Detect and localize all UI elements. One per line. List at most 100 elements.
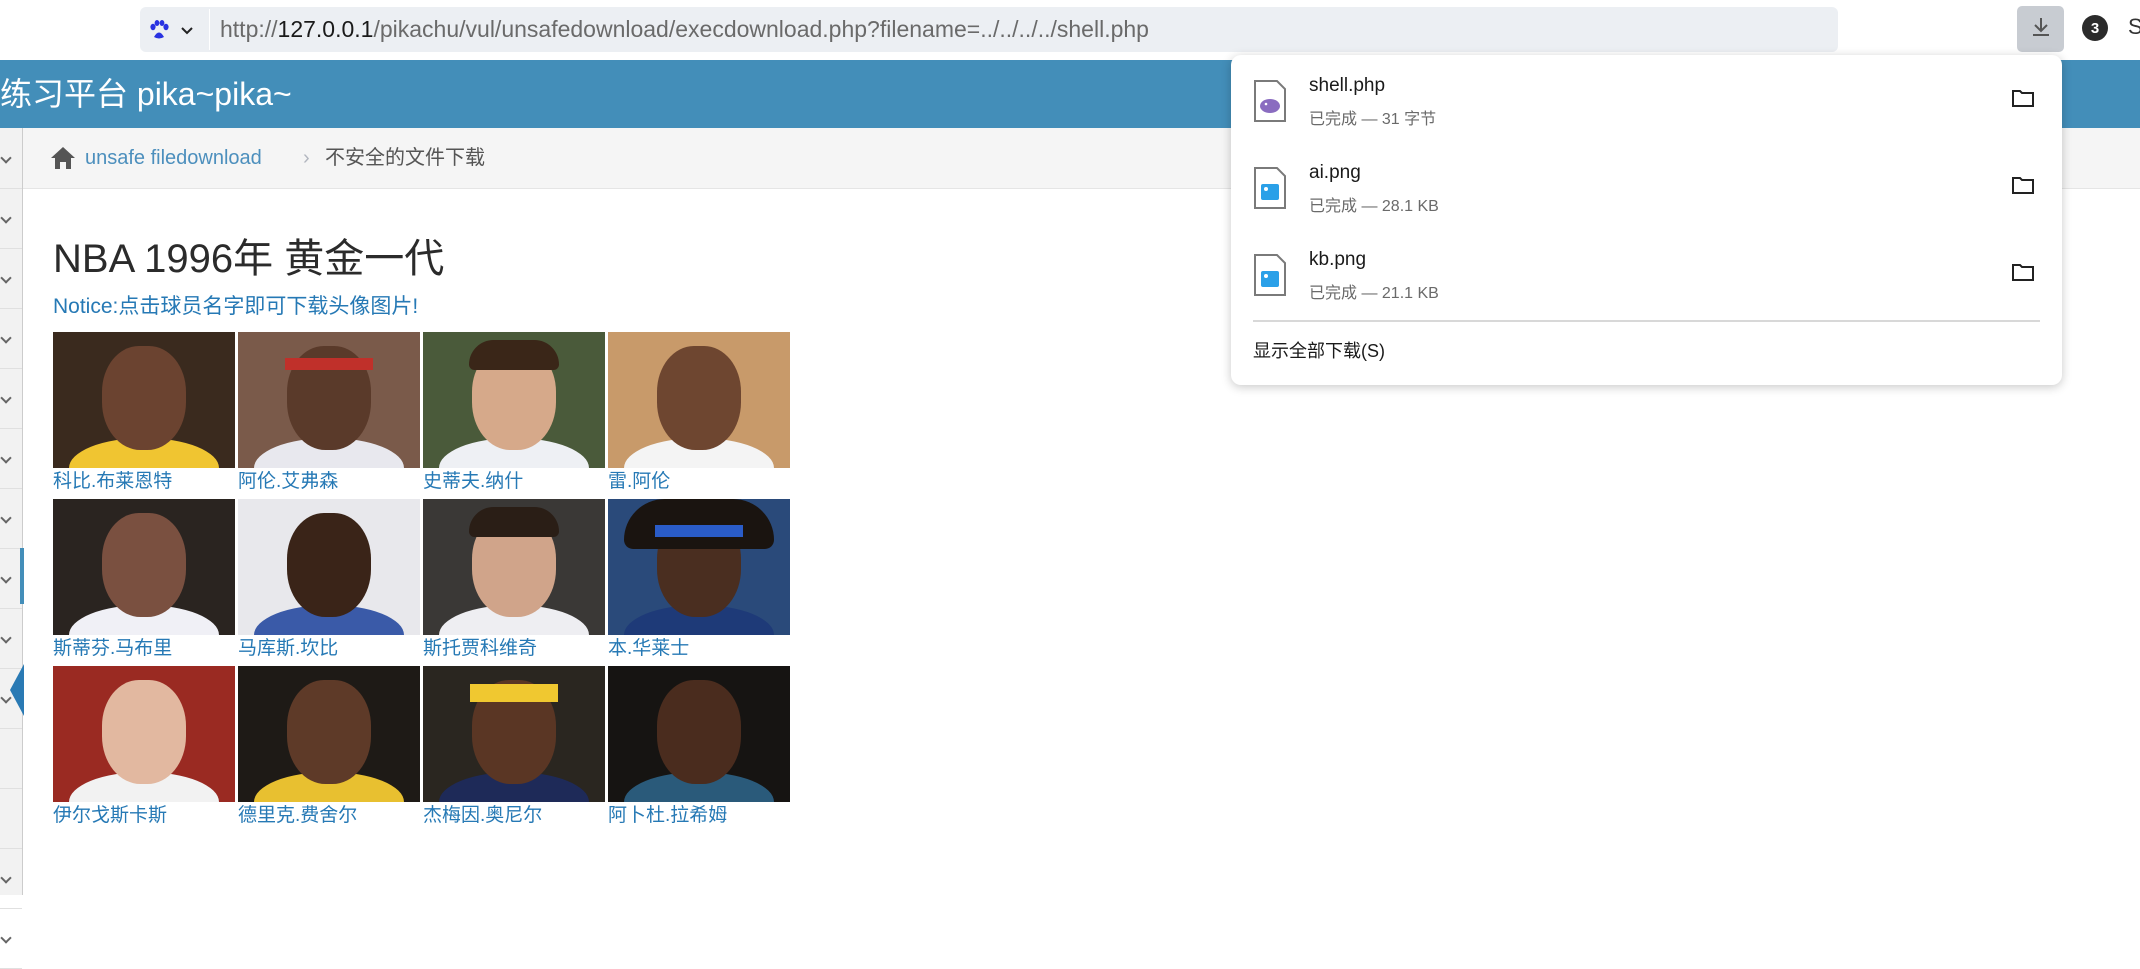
php-file-icon <box>1253 79 1287 123</box>
download-item[interactable]: shell.php 已完成 — 31 字节 <box>1231 55 2062 142</box>
sidebar-item[interactable] <box>0 248 22 309</box>
download-status: 已完成 — 31 字节 <box>1309 111 1437 128</box>
download-icon <box>2029 15 2053 44</box>
chevron-icon <box>0 932 12 944</box>
folder-icon[interactable] <box>2011 262 2035 282</box>
image-file-icon <box>1253 253 1287 297</box>
chevron-icon <box>0 572 12 584</box>
site-brand[interactable]: 练习平台 pika~pika~ <box>0 60 292 128</box>
player-download-link[interactable]: 斯蒂芬.马布里 <box>53 636 172 662</box>
player-download-link[interactable]: 马库斯.坎比 <box>238 636 338 662</box>
player-photo <box>53 332 235 468</box>
sidebar-item[interactable] <box>0 488 22 549</box>
sidebar-item[interactable] <box>0 428 22 489</box>
player-card: 本.华莱士 <box>608 499 792 665</box>
download-item[interactable]: ai.png 已完成 — 28.1 KB <box>1231 142 2062 229</box>
page-title: NBA 1996年 黄金一代 <box>53 237 445 281</box>
player-photo <box>53 666 235 802</box>
player-card: 阿卜杜.拉希姆 <box>608 666 792 832</box>
chevron-icon <box>0 212 12 224</box>
download-item[interactable]: kb.png 已完成 — 21.1 KB <box>1231 229 2062 316</box>
address-bar[interactable]: http://127.0.0.1/pikachu/vul/unsafedownl… <box>140 7 1838 52</box>
sidebar-item[interactable] <box>0 308 22 369</box>
player-photo <box>608 666 790 802</box>
player-card: 杰梅因.奥尼尔 <box>423 666 607 832</box>
player-photo <box>608 499 790 635</box>
player-card: 马库斯.坎比 <box>238 499 422 665</box>
sidebar-subitem-active[interactable] <box>0 788 22 849</box>
player-download-link[interactable]: 德里克.费舍尔 <box>238 803 357 829</box>
player-photo <box>53 499 235 635</box>
sidebar-item[interactable] <box>0 548 22 609</box>
image-file-icon <box>1253 166 1287 210</box>
browser-toolbar: http://127.0.0.1/pikachu/vul/unsafedownl… <box>0 0 2140 60</box>
chevron-down-icon <box>180 23 194 37</box>
sidebar-item[interactable] <box>0 128 22 189</box>
downloads-button[interactable] <box>2017 6 2064 52</box>
player-card: 科比.布莱恩特 <box>53 332 237 498</box>
player-card: 史蒂夫.纳什 <box>423 332 607 498</box>
player-download-link[interactable]: 斯托贾科维奇 <box>423 636 537 662</box>
sidebar-item[interactable] <box>0 848 22 909</box>
sidebar-current-pointer <box>10 664 24 716</box>
sidebar-item[interactable] <box>0 368 22 429</box>
download-filename: kb.png <box>1309 249 1367 270</box>
download-filename: shell.php <box>1309 75 1386 96</box>
player-download-link[interactable]: 本.华莱士 <box>608 636 689 662</box>
baidu-paw-icon <box>148 19 170 41</box>
player-card: 雷.阿伦 <box>608 332 792 498</box>
player-photo <box>238 666 420 802</box>
show-all-downloads-button[interactable]: 显示全部下载(S) <box>1253 337 1385 363</box>
sidebar <box>0 128 23 969</box>
breadcrumb-current: 不安全的文件下载 <box>325 147 485 169</box>
player-download-link[interactable]: 史蒂夫.纳什 <box>423 469 523 495</box>
player-download-link[interactable]: 阿卜杜.拉希姆 <box>608 803 727 829</box>
player-photo <box>608 332 790 468</box>
player-photo <box>423 666 605 802</box>
toolbar-overflow-icon[interactable]: S <box>2128 14 2140 40</box>
player-card: 阿伦.艾弗森 <box>238 332 422 498</box>
player-photo <box>238 332 420 468</box>
player-card: 德里克.费舍尔 <box>238 666 422 832</box>
player-photo <box>238 499 420 635</box>
search-engine-selector[interactable] <box>148 16 198 43</box>
download-status: 已完成 — 21.1 KB <box>1309 285 1439 302</box>
sidebar-item[interactable] <box>0 188 22 249</box>
player-download-link[interactable]: 阿伦.艾弗森 <box>238 469 338 495</box>
folder-icon[interactable] <box>2011 88 2035 108</box>
chevron-icon <box>0 392 12 404</box>
home-icon[interactable] <box>49 145 77 171</box>
player-photo <box>423 332 605 468</box>
sidebar-active-marker <box>20 548 24 604</box>
chevron-icon <box>0 152 12 164</box>
url-path: /pikachu/vul/unsafedownload/execdownload… <box>373 16 1149 42</box>
url-host: 127.0.0.1 <box>277 16 374 42</box>
player-download-link[interactable]: 伊尔戈斯卡斯 <box>53 803 167 829</box>
chevron-icon <box>0 332 12 344</box>
player-download-link[interactable]: 杰梅因.奥尼尔 <box>423 803 542 829</box>
url-prefix: http:// <box>220 16 278 42</box>
breadcrumb-separator: › <box>303 147 310 169</box>
download-filename: ai.png <box>1309 162 1361 183</box>
player-photo <box>423 499 605 635</box>
player-card: 斯托贾科维奇 <box>423 499 607 665</box>
breadcrumb-link[interactable]: unsafe filedownload <box>85 128 262 188</box>
download-status: 已完成 — 28.1 KB <box>1309 198 1439 215</box>
player-card: 伊尔戈斯卡斯 <box>53 666 237 832</box>
address-divider <box>209 9 210 50</box>
sidebar-item[interactable] <box>0 608 22 669</box>
downloads-panel: shell.php 已完成 — 31 字节 ai.png 已完成 — 28.1 … <box>1231 55 2062 385</box>
player-download-link[interactable]: 雷.阿伦 <box>608 469 670 495</box>
url-text[interactable]: http://127.0.0.1/pikachu/vul/unsafedownl… <box>220 7 1149 52</box>
downloads-divider <box>1253 320 2040 322</box>
chevron-icon <box>0 632 12 644</box>
sidebar-subitem[interactable] <box>0 728 22 789</box>
player-card: 斯蒂芬.马布里 <box>53 499 237 665</box>
sidebar-item[interactable] <box>0 908 22 969</box>
player-download-link[interactable]: 科比.布莱恩特 <box>53 469 172 495</box>
chevron-icon <box>0 512 12 524</box>
extension-count-badge[interactable]: 3 <box>2082 15 2108 41</box>
folder-icon[interactable] <box>2011 175 2035 195</box>
chevron-icon <box>0 272 12 284</box>
notice-text: Notice:点击球员名字即可下载头像图片! <box>53 295 419 318</box>
